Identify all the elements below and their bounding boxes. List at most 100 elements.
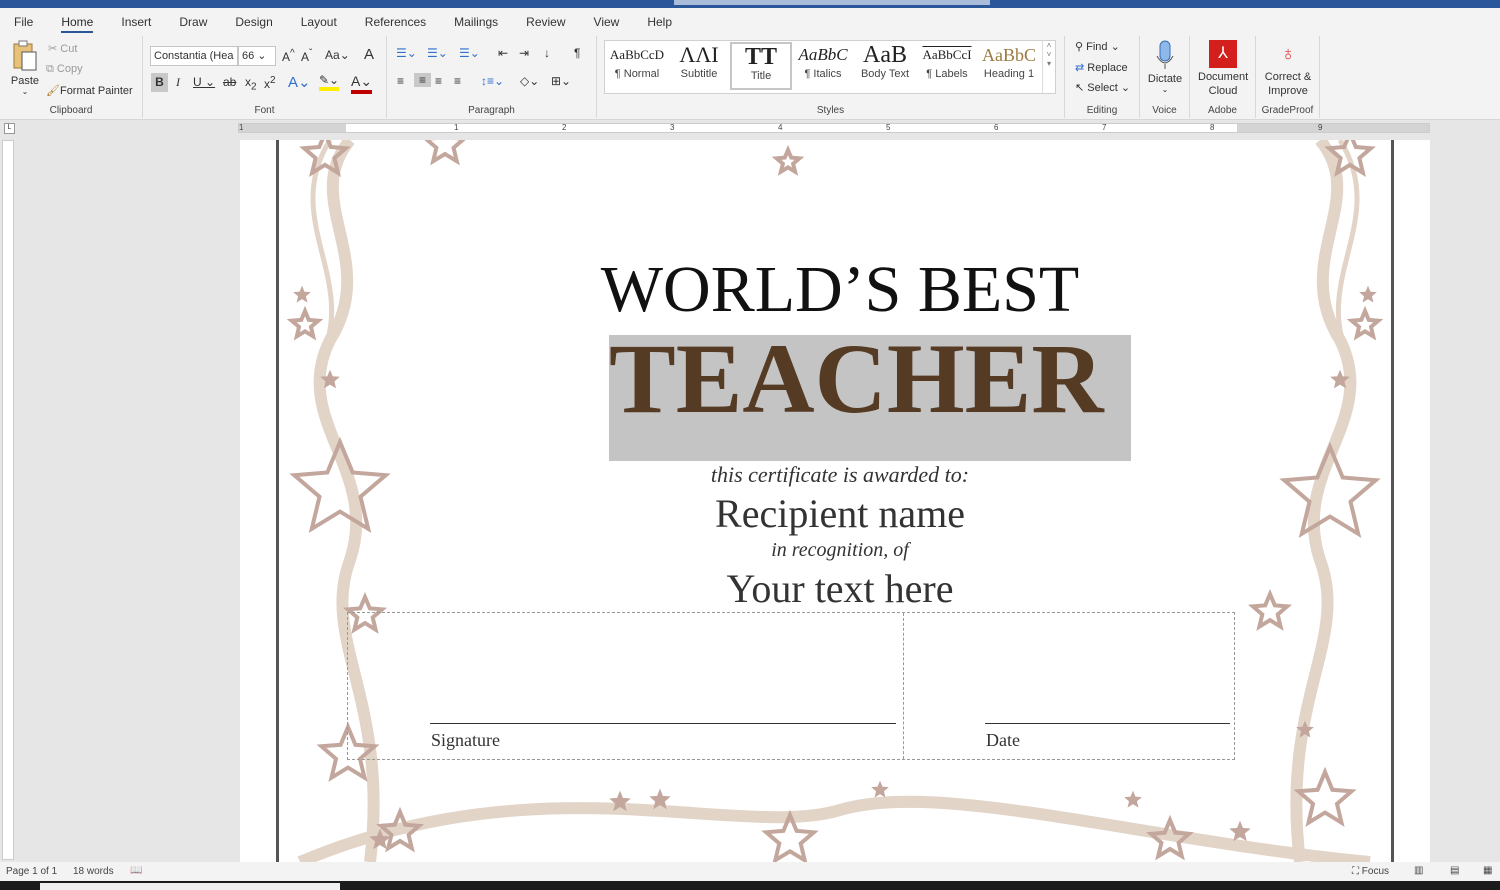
style-body-text[interactable]: AaB Body Text [854, 42, 916, 90]
font-size-dropdown[interactable]: 66 ⌄ [238, 46, 276, 66]
tab-mailings[interactable]: Mailings [454, 11, 498, 33]
page-count[interactable]: Page 1 of 1 [6, 866, 57, 877]
paragraph-group: ☰⌄ ☰⌄ ☰⌄ ⇤ ⇥ ↓ ¶ ≡ ≡ ≡ ≡ ↕≡⌄ ◇⌄ ⊞⌄ Parag… [387, 36, 597, 118]
style-title[interactable]: ΤΤ Title [730, 42, 792, 90]
style-labels[interactable]: AaBbCcI ¶ Labels [916, 42, 978, 90]
italic-icon[interactable]: I [176, 75, 180, 90]
grow-font-icon[interactable]: A^ [282, 48, 295, 64]
numbering-icon[interactable]: ☰⌄ [427, 46, 448, 60]
cut-button[interactable]: ✂ Cut [48, 42, 77, 55]
tab-home[interactable]: Home [61, 11, 94, 33]
align-center-icon[interactable]: ≡ [414, 73, 431, 87]
replace-button[interactable]: ⇄ Replace [1075, 61, 1128, 74]
signature-label[interactable]: Signature [431, 730, 500, 751]
dictate-button[interactable]: Dictate ⌄ [1140, 40, 1190, 94]
awarded-text[interactable]: this certificate is awarded to: [440, 462, 1240, 488]
search-box[interactable] [674, 0, 990, 5]
star-icon [1359, 285, 1377, 303]
underline-icon[interactable]: U ⌄ [193, 75, 215, 89]
cut-label: Cut [60, 43, 78, 55]
increase-indent-icon[interactable]: ⇥ [519, 46, 529, 60]
styles-scroll[interactable]: ˄ ˅ ▾ [1042, 41, 1055, 93]
copy-button[interactable]: ⧉ Copy [46, 63, 83, 76]
chevron-down-icon: ⌄ [1161, 85, 1169, 94]
taskbar [0, 881, 1500, 890]
justify-icon[interactable]: ≡ [454, 74, 461, 88]
find-label: Find [1086, 41, 1108, 53]
ruler-number: 8 [1210, 123, 1215, 132]
clear-formatting-icon[interactable]: A [364, 46, 374, 63]
ruler-number: 1 [239, 123, 244, 132]
style-italics[interactable]: AaBbC ¶ Italics [792, 42, 854, 90]
certificate-title-line2[interactable]: TEACHER [609, 324, 1104, 434]
recipient-name[interactable]: Recipient name [440, 490, 1240, 537]
strikethrough-icon[interactable]: ab [223, 75, 236, 89]
paste-button[interactable]: Paste ⌄ [10, 40, 40, 106]
editing-group: ⚲ Find ⌄ ⇄ Replace ↖ Select ⌄ Editing [1065, 36, 1140, 118]
recognition-text[interactable]: in recognition, of [440, 539, 1240, 562]
style-subtitle[interactable]: ΛΛΙ Subtitle [668, 42, 730, 90]
style-normal[interactable]: AaBbCcD ¶ Normal [606, 42, 668, 90]
bold-icon[interactable]: B [151, 73, 168, 92]
ruler-number: 6 [994, 123, 999, 132]
align-left-icon[interactable]: ≡ [397, 74, 404, 88]
subscript-icon[interactable]: x2 [245, 75, 257, 92]
star-icon [871, 780, 889, 798]
star-icon [1229, 820, 1251, 842]
taskbar-search[interactable] [40, 883, 340, 890]
microphone-icon [1156, 40, 1174, 69]
vertical-ruler[interactable] [2, 140, 14, 860]
font-color-icon[interactable]: A⌄ [351, 73, 373, 94]
format-painter-button[interactable]: 🖌Format Painter [46, 84, 133, 97]
tab-layout[interactable]: Layout [301, 11, 337, 33]
document-page[interactable]: WORLD’S BEST TEACHER this certificate is… [240, 140, 1430, 862]
find-button[interactable]: ⚲ Find ⌄ [1075, 40, 1120, 53]
tab-draw[interactable]: Draw [179, 11, 207, 33]
sort-icon[interactable]: ↓ [544, 46, 550, 60]
shading-icon[interactable]: ◇⌄ [520, 74, 539, 88]
font-size-value: 66 [242, 50, 255, 62]
date-label[interactable]: Date [986, 730, 1020, 751]
tab-help[interactable]: Help [647, 11, 672, 33]
focus-button[interactable]: ⛶ Focus [1352, 866, 1389, 877]
show-formatting-icon[interactable]: ¶ [574, 46, 580, 60]
proofing-icon[interactable]: 📖 [130, 865, 142, 876]
correct-improve-button[interactable]: ♁ Correct & Improve [1256, 40, 1320, 98]
star-icon [293, 285, 311, 303]
decrease-indent-icon[interactable]: ⇤ [498, 46, 508, 60]
tab-file[interactable]: File [14, 11, 33, 33]
align-right-icon[interactable]: ≡ [435, 74, 442, 88]
select-button[interactable]: ↖ Select ⌄ [1075, 81, 1130, 94]
your-text[interactable]: Your text here [440, 565, 1240, 612]
line-spacing-icon[interactable]: ↕≡⌄ [481, 74, 504, 88]
change-case-button[interactable]: Aa⌄ [325, 48, 350, 62]
highlight-icon[interactable]: ✎⌄ [319, 73, 340, 91]
superscript-icon[interactable]: x2 [264, 75, 276, 91]
font-name-dropdown[interactable]: Constantia (Hea ⌄ [150, 46, 238, 66]
editing-label: Editing [1086, 105, 1118, 116]
style-heading-1[interactable]: AaBbC Heading 1 [978, 42, 1040, 90]
print-layout-icon[interactable]: ▤ [1450, 865, 1459, 876]
tab-review[interactable]: Review [526, 11, 565, 33]
bullets-icon[interactable]: ☰⌄ [396, 46, 417, 60]
tab-references[interactable]: References [365, 11, 426, 33]
tab-selector[interactable]: L [4, 123, 15, 134]
ruler-bar[interactable]: 1 1 2 3 4 5 6 7 8 9 [238, 123, 1430, 133]
dictate-label: Dictate [1147, 73, 1183, 85]
tab-view[interactable]: View [594, 11, 620, 33]
text-effects-icon[interactable]: A⌄ [288, 73, 311, 91]
style-preview: AaB [863, 42, 907, 68]
web-layout-icon[interactable]: ▦ [1483, 865, 1492, 876]
styles-label: Styles [816, 105, 845, 116]
date-line [985, 723, 1230, 724]
shrink-font-icon[interactable]: Aˇ [301, 48, 312, 64]
borders-icon[interactable]: ⊞⌄ [551, 74, 571, 88]
certificate-title-line1[interactable]: WORLD’S BEST [440, 252, 1240, 328]
read-mode-icon[interactable]: ▥ [1414, 865, 1423, 876]
multilevel-list-icon[interactable]: ☰⌄ [459, 46, 480, 60]
word-count[interactable]: 18 words [73, 866, 114, 877]
tab-design[interactable]: Design [235, 11, 272, 33]
document-cloud-button[interactable]: ⅄ Document Cloud [1190, 40, 1256, 98]
tab-insert[interactable]: Insert [121, 11, 151, 33]
gradeproof-label: GradeProof [1261, 105, 1314, 116]
